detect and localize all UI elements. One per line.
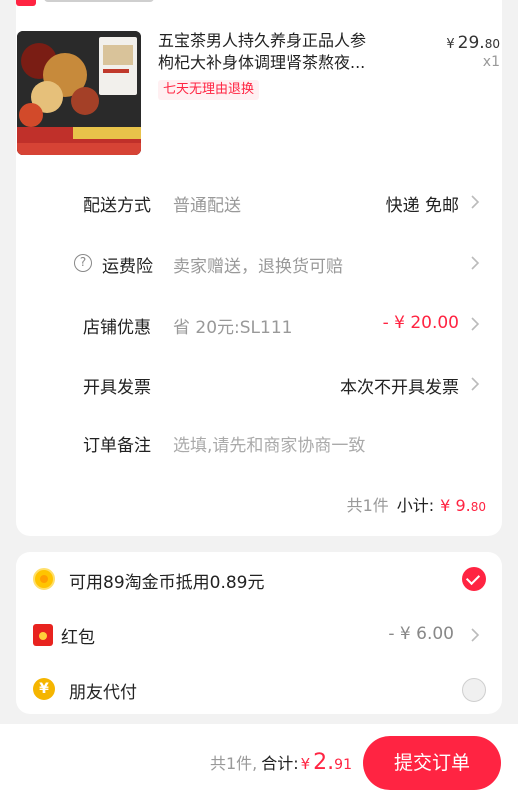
red-packet-value: - ¥ 6.00 <box>388 624 454 644</box>
subtotal-symbol: ¥ <box>440 496 451 515</box>
invoice-row[interactable]: 开具发票 本次不开具发票 <box>16 364 502 404</box>
order-note-label: 订单备注 <box>83 436 151 456</box>
store-discount-row[interactable]: 店铺优惠 省 20元:SL111 - ¥ 20.00 <box>16 304 502 344</box>
product-price: ¥29.80 <box>446 33 500 53</box>
invoice-label: 开具发票 <box>83 378 151 398</box>
order-note-row[interactable]: 订单备注 选填,请先和商家协商一致 <box>16 422 502 462</box>
chevron-right-icon <box>471 256 480 270</box>
total-dec: 91 <box>334 757 352 773</box>
insurance-label: 运费险 <box>102 257 153 277</box>
total-count: 共1件, <box>209 754 258 773</box>
insurance-row[interactable]: ? 运费险 卖家赠送，退换货可赔 <box>16 243 502 283</box>
price-dec: 80 <box>484 37 500 51</box>
subtotal-count: 共1件 <box>346 496 389 515</box>
subtotal-dec: 80 <box>470 500 486 514</box>
product-title-line2: 枸杞大补身体调理肾茶熬夜... <box>158 53 366 72</box>
subtotal: 共1件 小计: ¥ 9.80 <box>347 492 486 516</box>
chevron-right-icon <box>471 195 480 209</box>
currency-symbol: ¥ <box>446 37 455 52</box>
delivery-row[interactable]: 配送方式 普通配送 快递 免邮 <box>16 182 502 222</box>
total-info: 共1件, 合计: ¥2.91 <box>210 750 352 775</box>
shop-icon <box>16 0 36 6</box>
friend-pay-radio[interactable] <box>462 678 486 702</box>
store-discount-amount: - ¥ 20.00 <box>382 313 459 333</box>
order-note-input[interactable]: 选填,请先和商家协商一致 <box>173 431 365 456</box>
checkout-bar: 共1件, 合计: ¥2.91 提交订单 <box>0 724 518 800</box>
product-image[interactable] <box>17 31 141 155</box>
product-image-art <box>17 31 141 155</box>
return-policy-badge: 七天无理由退换 <box>158 80 260 100</box>
chevron-right-icon <box>471 628 480 642</box>
delivery-label: 配送方式 <box>83 196 151 216</box>
delivery-method: 快递 免邮 <box>385 196 459 216</box>
coins-row[interactable]: 可用89淘金币抵用0.89元 <box>16 560 502 600</box>
total-int: 2. <box>313 750 335 775</box>
subtotal-value: ¥ 9.80 <box>440 496 486 515</box>
benefits-card: 可用89淘金币抵用0.89元 红包 - ¥ 6.00 ¥ 朋友代付 <box>16 552 502 714</box>
invoice-value: 本次不开具发票 <box>340 378 459 398</box>
product-title[interactable]: 五宝茶男人持久养身正品人参 枸杞大补身体调理肾茶熬夜... <box>158 30 394 74</box>
subtotal-label: 小计: <box>396 496 435 515</box>
total-symbol: ¥ <box>300 755 311 773</box>
insurance-value: 卖家赠送，退换货可赔 <box>173 257 343 277</box>
friend-pay-label: 朋友代付 <box>69 683 137 703</box>
red-packet-row[interactable]: 红包 - ¥ 6.00 <box>16 615 502 655</box>
total-label: 合计: <box>261 754 299 773</box>
product-title-line1: 五宝茶男人持久养身正品人参 <box>158 31 367 50</box>
subtotal-int: 9. <box>455 496 471 515</box>
store-discount-value: 省 20元:SL111 <box>173 318 293 338</box>
red-packet-label: 红包 <box>61 628 95 648</box>
coins-text: 可用89淘金币抵用0.89元 <box>69 573 265 593</box>
question-icon[interactable]: ? <box>74 254 92 272</box>
coins-checkbox[interactable] <box>462 567 486 591</box>
product-quantity: x1 <box>482 54 500 70</box>
delivery-value: 普通配送 <box>173 196 241 216</box>
friend-pay-row[interactable]: 朋友代付 <box>16 670 502 710</box>
store-discount-label: 店铺优惠 <box>83 318 151 338</box>
chevron-right-icon <box>471 317 480 331</box>
chevron-right-icon <box>471 377 480 391</box>
shop-name-clipped <box>44 0 154 2</box>
price-int: 29. <box>457 33 485 53</box>
total-value: ¥2.91 <box>301 750 352 775</box>
submit-order-button[interactable]: 提交订单 <box>363 736 501 790</box>
